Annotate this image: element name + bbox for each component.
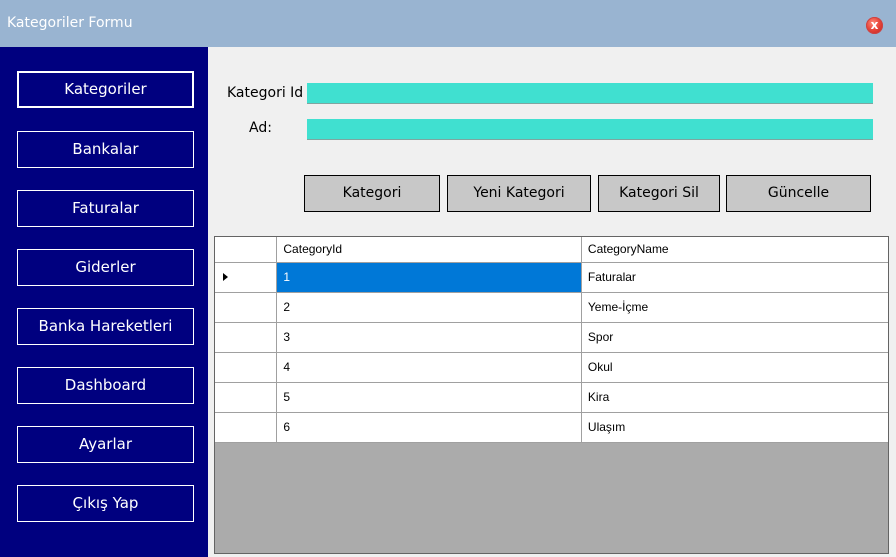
guncelle-button[interactable]: Güncelle — [726, 175, 871, 212]
title-bar: Kategoriler Formu x — [0, 0, 896, 47]
cell-category-id[interactable]: 1 — [276, 262, 582, 293]
sidebar-item-ayarlar[interactable]: Ayarlar — [17, 426, 194, 463]
row-header[interactable] — [215, 412, 278, 443]
table-row[interactable]: 3 Spor — [215, 322, 888, 353]
category-grid[interactable]: CategoryId CategoryName 1 Faturalar 2 Ye… — [214, 236, 889, 554]
sidebar-item-banka-hareketleri[interactable]: Banka Hareketleri — [17, 308, 194, 345]
ad-label: Ad: — [249, 120, 272, 136]
table-row[interactable]: 6 Ulaşım — [215, 412, 888, 443]
cell-category-id[interactable]: 2 — [276, 292, 582, 323]
cell-category-name[interactable]: Okul — [581, 352, 888, 383]
table-row[interactable]: 1 Faturalar — [215, 262, 888, 293]
cell-category-id[interactable]: 6 — [276, 412, 582, 443]
cell-category-name[interactable]: Faturalar — [581, 262, 888, 293]
cell-category-id[interactable]: 3 — [276, 322, 582, 353]
kategori-sil-button[interactable]: Kategori Sil — [598, 175, 720, 212]
table-row[interactable]: 4 Okul — [215, 352, 888, 383]
column-header-categoryid[interactable]: CategoryId — [276, 237, 582, 263]
kategori-list-button[interactable]: Kategori — [304, 175, 440, 212]
cell-category-name[interactable]: Ulaşım — [581, 412, 888, 443]
cell-category-name[interactable]: Spor — [581, 322, 888, 353]
sidebar-item-giderler[interactable]: Giderler — [17, 249, 194, 286]
sidebar-item-kategoriler[interactable]: Kategoriler — [17, 71, 194, 108]
cell-category-id[interactable]: 4 — [276, 352, 582, 383]
cell-category-name[interactable]: Yeme-İçme — [581, 292, 888, 323]
sidebar-item-bankalar[interactable]: Bankalar — [17, 131, 194, 168]
row-header[interactable] — [215, 352, 278, 383]
row-pointer-icon — [223, 273, 228, 281]
cell-category-id[interactable]: 5 — [276, 382, 582, 413]
sidebar-item-faturalar[interactable]: Faturalar — [17, 190, 194, 227]
kategori-id-label: Kategori Id — [227, 85, 304, 101]
column-header-categoryname[interactable]: CategoryName — [581, 237, 888, 263]
sidebar-item-cikis-yap[interactable]: Çıkış Yap — [17, 485, 194, 522]
close-icon[interactable]: x — [866, 17, 883, 34]
row-header[interactable] — [215, 382, 278, 413]
sidebar: Kategoriler Bankalar Faturalar Giderler … — [0, 47, 208, 557]
cell-category-name[interactable]: Kira — [581, 382, 888, 413]
kategori-id-field[interactable] — [307, 83, 873, 104]
category-table: CategoryId CategoryName 1 Faturalar 2 Ye… — [215, 237, 888, 443]
table-row[interactable]: 5 Kira — [215, 382, 888, 413]
sidebar-item-dashboard[interactable]: Dashboard — [17, 367, 194, 404]
row-header[interactable] — [215, 322, 278, 353]
row-header-corner — [215, 237, 278, 263]
table-header-row: CategoryId CategoryName — [215, 237, 888, 263]
window-title: Kategoriler Formu — [7, 15, 133, 31]
table-row[interactable]: 2 Yeme-İçme — [215, 292, 888, 323]
row-header[interactable] — [215, 262, 278, 293]
row-header[interactable] — [215, 292, 278, 323]
yeni-kategori-button[interactable]: Yeni Kategori — [447, 175, 591, 212]
ad-field[interactable] — [307, 119, 873, 140]
